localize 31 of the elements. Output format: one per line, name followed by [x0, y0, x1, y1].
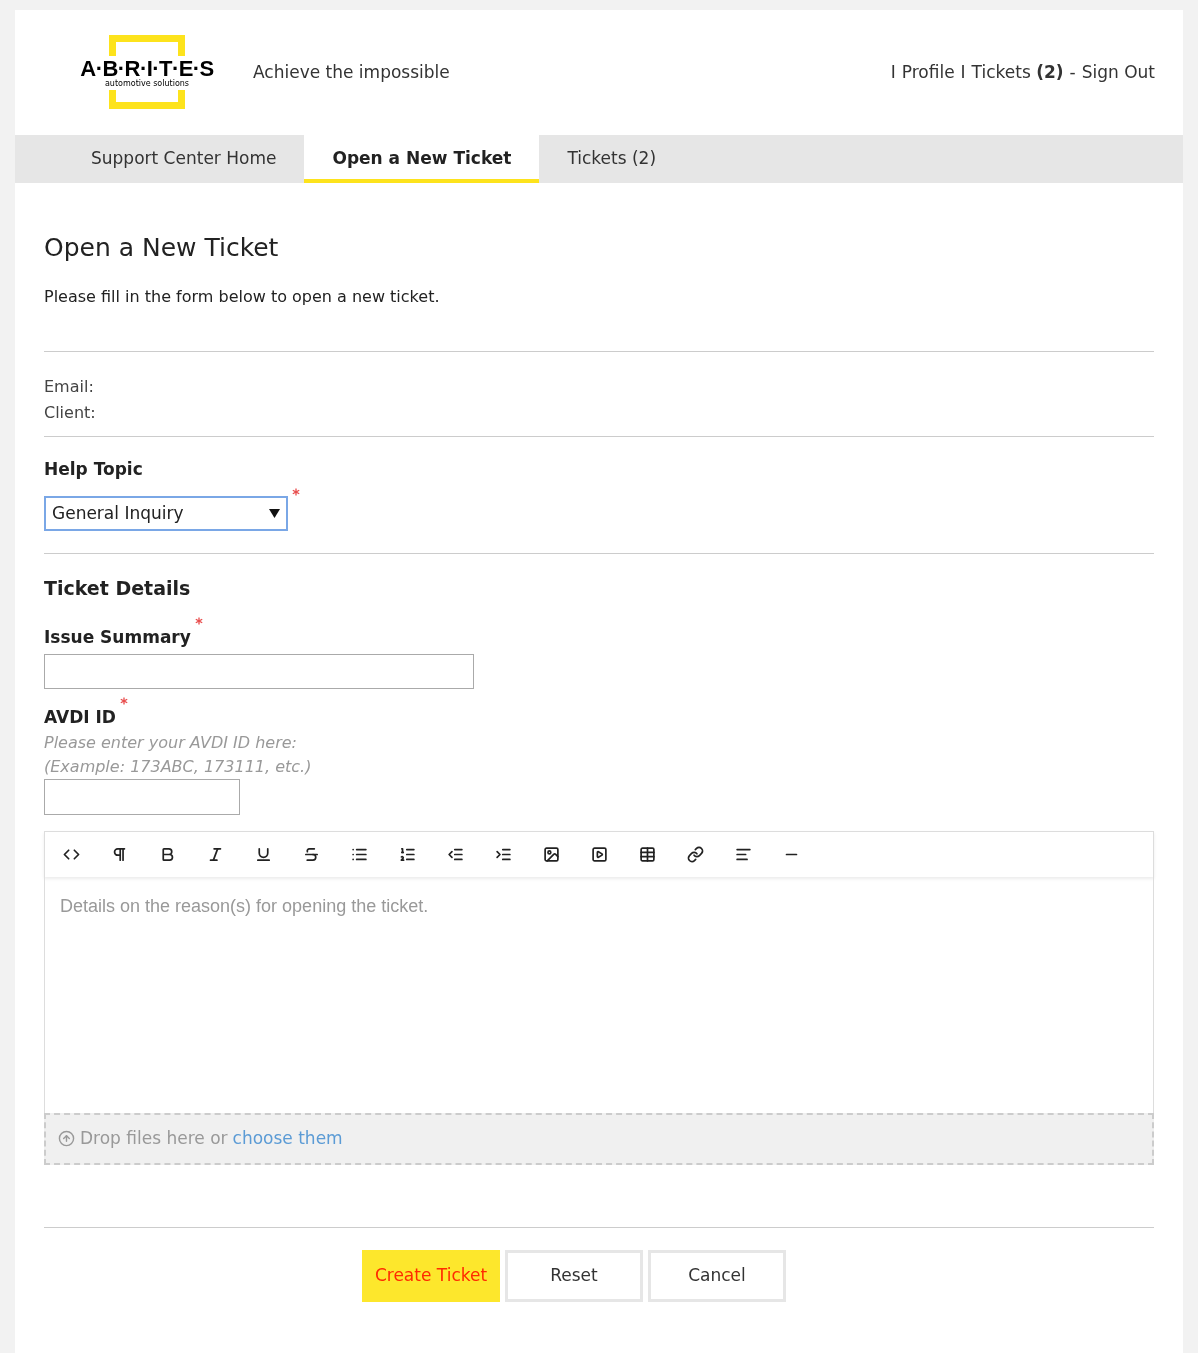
issue-summary-field[interactable] [44, 654, 474, 689]
header-link[interactable]: Profile [901, 59, 955, 86]
dropzone-text: Drop files here or [80, 1126, 228, 1150]
slogan: Achieve the impossible [253, 60, 450, 84]
help-topic-select[interactable]: General Inquiry [44, 496, 288, 531]
logo-tagline: automotive solutions [104, 79, 190, 88]
avdi-id-field[interactable] [44, 778, 240, 815]
nav-tab[interactable]: Support Center Home [63, 135, 305, 183]
form-button[interactable]: Reset [505, 1249, 643, 1302]
details-editor-field[interactable]: Details on the reason(s) for opening the ticket. [44, 876, 1154, 1113]
intro-text: Please fill in the form below to open a new ticket. [44, 285, 441, 308]
form-button[interactable]: Cancel [648, 1249, 786, 1302]
nav-tab[interactable]: Open a New Ticket [304, 135, 540, 183]
header-link[interactable]: Tickets (2) [971, 59, 1064, 86]
help-topic-label: Help Topic [44, 457, 144, 481]
upload-icon [58, 1130, 75, 1147]
header-link[interactable]: Sign Out [1081, 59, 1155, 86]
section-title: Ticket Details [44, 576, 192, 601]
dropdown-arrow-icon [269, 509, 280, 518]
user-info-label: Client: [44, 401, 97, 422]
separator: I [890, 60, 896, 84]
user-info-label: Email: [44, 375, 95, 398]
issue-summary-label: Issue Summary [44, 625, 191, 649]
avdi-id-hint: (Example: 173ABC, 173111, etc.) [44, 755, 313, 778]
avdi-id-label: AVDI ID [44, 706, 116, 729]
logo-wordmark: A·B·R·I·T·E·S [80, 57, 214, 80]
separator: I [960, 60, 966, 84]
avdi-id-hint: Please enter your AVDI ID here: [44, 731, 298, 754]
separator: - [1069, 60, 1076, 84]
nav-tab[interactable]: Tickets (2) [539, 135, 685, 183]
page-title: Open a New Ticket [44, 232, 280, 264]
